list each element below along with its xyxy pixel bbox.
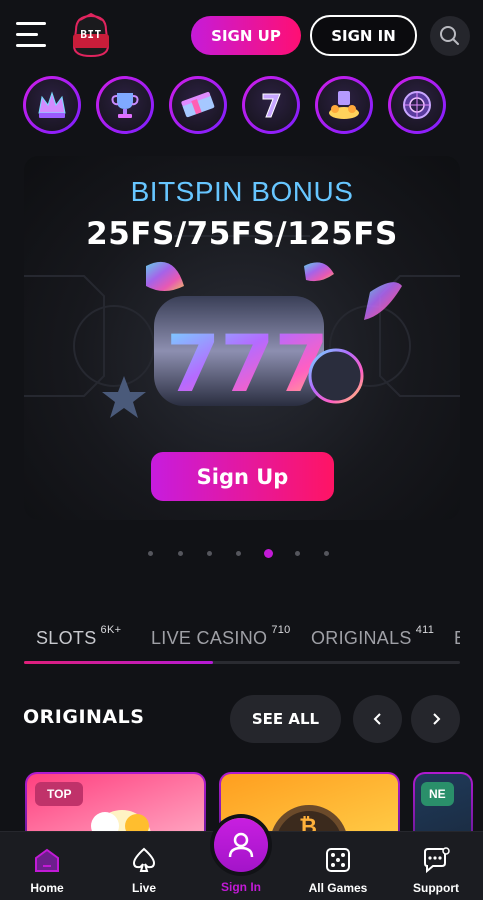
sign-up-button[interactable]: SIGN UP [191, 16, 301, 55]
roulette-icon [403, 91, 431, 119]
banner-title: BITSPIN BONUS [130, 176, 354, 207]
tab-slots[interactable]: SLOTS 6K+ [36, 624, 121, 649]
trophy-icon [111, 93, 139, 118]
tabs-active-indicator [24, 661, 213, 664]
section-title: ORIGINALS [23, 706, 145, 728]
gold-pile-icon [329, 91, 359, 119]
nav-sign-in-button[interactable] [214, 818, 268, 872]
header: BIT SIGN UP SIGN IN [0, 0, 483, 72]
nav-support[interactable]: Support [396, 832, 476, 900]
nav-home-label: Home [30, 881, 64, 895]
game-badge: NE [421, 782, 454, 806]
previous-button[interactable] [353, 695, 402, 743]
category-cash[interactable] [169, 76, 227, 134]
logo[interactable]: BIT [68, 12, 114, 60]
nav-all-games-label: All Games [308, 881, 368, 895]
tab-count: 411 [415, 624, 435, 636]
nav-support-label: Support [413, 881, 459, 895]
slot-777-illustration: 777 [102, 261, 402, 418]
nav-sign-in-label: Sign In [221, 880, 261, 894]
crown-icon [38, 91, 66, 118]
next-button[interactable] [411, 695, 460, 743]
nav-home[interactable]: Home [7, 832, 87, 900]
chat-support-icon [424, 847, 450, 874]
home-icon [35, 848, 59, 872]
spade-icon [132, 847, 156, 872]
chevron-left-icon [373, 713, 381, 725]
category-roulette[interactable] [388, 76, 446, 134]
menu-icon[interactable] [16, 22, 46, 48]
tab-live-casino[interactable]: LIVE CASINO 710 [151, 624, 291, 649]
tab-partial[interactable]: B [454, 628, 460, 649]
category-gold[interactable] [315, 76, 373, 134]
chevron-right-icon [432, 713, 440, 725]
logo-text: BIT [80, 28, 102, 41]
sign-in-button[interactable]: SIGN IN [310, 15, 417, 56]
svg-text:777: 777 [166, 320, 329, 410]
category-trophy[interactable] [96, 76, 154, 134]
banner-subtitle: 25FS/75FS/125FS [86, 216, 398, 252]
carousel-dot[interactable] [236, 551, 241, 556]
carousel-dot[interactable] [148, 551, 153, 556]
seven-icon [262, 93, 281, 118]
tab-originals[interactable]: ORIGINALS 411 [311, 624, 434, 649]
category-strip [0, 76, 483, 136]
see-all-button[interactable]: SEE ALL [230, 695, 341, 743]
nav-all-games[interactable]: All Games [298, 832, 378, 900]
tab-count: 6K+ [100, 624, 122, 636]
cash-stack-icon [181, 91, 215, 118]
search-icon [440, 26, 459, 45]
carousel-dot-active[interactable] [264, 549, 273, 558]
tab-label: B [454, 628, 460, 648]
category-crown[interactable] [23, 76, 81, 134]
carousel-pagination [0, 548, 483, 560]
category-seven[interactable] [242, 76, 300, 134]
banner-sign-up-button[interactable]: Sign Up [151, 452, 334, 501]
tab-label: SLOTS [36, 628, 97, 648]
search-button[interactable] [430, 16, 470, 56]
user-icon [228, 832, 254, 858]
dice-icon [326, 848, 350, 872]
category-tabs: SLOTS6K+ LIVE CASINO710 ORIGINALS411 B [24, 622, 460, 666]
carousel-dot[interactable] [178, 551, 183, 556]
tab-label: LIVE CASINO [151, 628, 268, 648]
nav-live-label: Live [131, 881, 156, 895]
carousel-dot[interactable] [207, 551, 212, 556]
tab-label: ORIGINALS [311, 628, 412, 648]
tab-count: 710 [271, 624, 291, 636]
carousel-dot[interactable] [324, 551, 329, 556]
carousel-dot[interactable] [295, 551, 300, 556]
promo-banner[interactable]: BITSPIN BONUS 25FS/75FS/125FS 777 Sign U… [24, 156, 460, 520]
nav-live[interactable]: Live [104, 832, 184, 900]
game-badge: TOP [35, 782, 84, 806]
